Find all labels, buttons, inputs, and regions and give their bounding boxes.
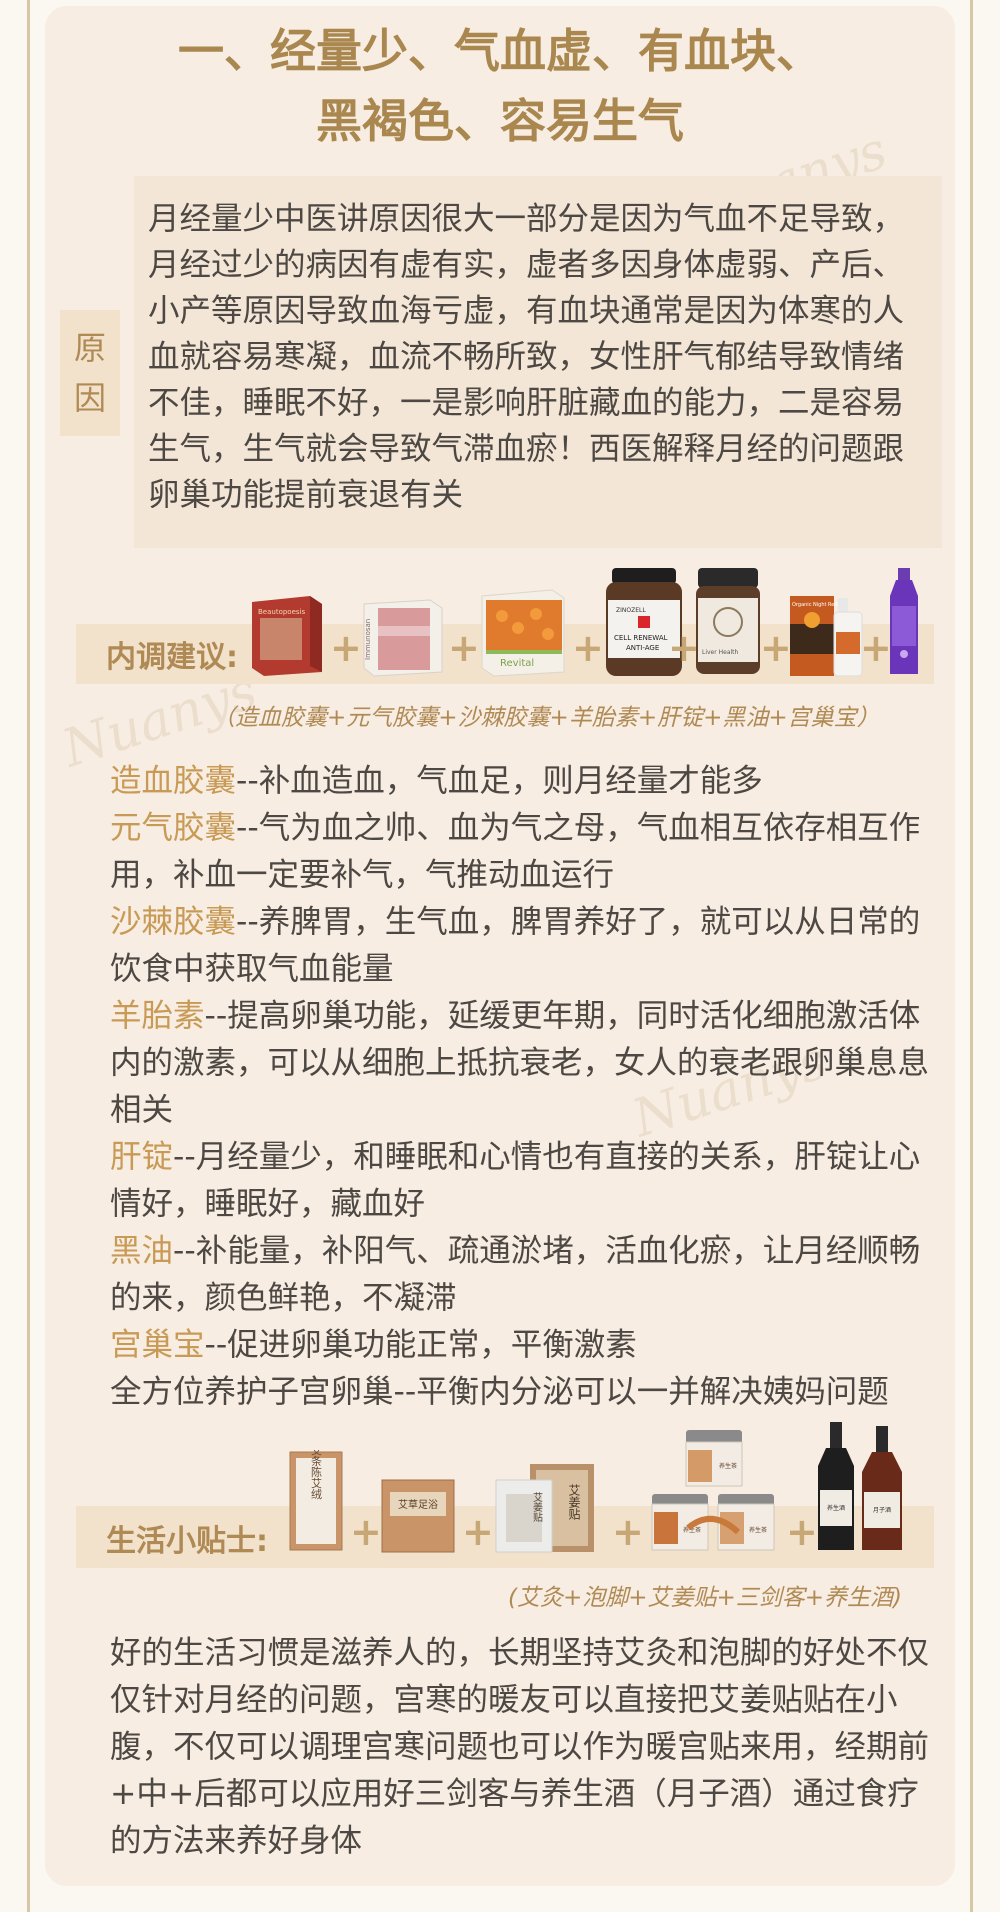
product-box-ginger-patch: 艾姜贴 艾姜贴 <box>495 1464 594 1553</box>
product-bottles-health-wine: 养生酒 月子酒 <box>818 1422 902 1550</box>
product-label: Organic Night Relief <box>792 602 842 608</box>
product-label: CELL RENEWAL <box>614 634 668 642</box>
product-label: 养生茶 <box>719 1462 737 1470</box>
plus-sign: + <box>612 1510 644 1554</box>
plus-sign: + <box>448 626 480 670</box>
product-label: Revital <box>500 658 534 669</box>
item-desc: --促进卵巢功能正常，平衡激素 <box>204 1327 637 1363</box>
internal-advice-label: 内调建议: <box>106 640 238 675</box>
product-box-foot-bath: 艾草足浴 <box>381 1479 455 1553</box>
list-item: 肝锭--月经量少，和睡眠和心情也有直接的关系，肝锭让心情好，睡眠好，藏血好 <box>110 1134 930 1228</box>
list-item: 造血胶囊--补血造血，气血足，则月经量才能多 <box>110 758 930 805</box>
product-label: ANTI-AGE <box>626 644 659 652</box>
product-label: Immunosan <box>364 619 372 660</box>
product-bottle-uterus-treasure <box>890 568 918 674</box>
list-item: 羊胎素--提高卵巢功能，延缓更年期，同时活化细胞激活体内的激素，可以从细胞上抵抗… <box>110 993 930 1134</box>
item-desc: --补能量，补阳气、疏通淤堵，活血化瘀，让月经顺畅的来，颜色鲜艳，不凝滞 <box>110 1233 921 1316</box>
reason-tag-char: 原 <box>73 329 106 367</box>
plus-sign: + <box>330 626 362 670</box>
item-name: 肝锭 <box>110 1139 174 1175</box>
item-name: 宫巢宝 <box>110 1327 205 1363</box>
frame-right-line <box>970 0 973 1912</box>
item-name: 黑油 <box>110 1233 174 1269</box>
product-label: ZINOZELL <box>616 607 646 614</box>
page-title-line-1: 一、经量少、气血虚、有血块、 <box>178 24 822 78</box>
product-label: Liver Health <box>702 649 739 656</box>
list-item: 元气胶囊--气为血之帅、血为气之母，气血相互依存相互作用，补血一定要补气，气推动… <box>110 805 930 899</box>
product-label: 养生茶 <box>749 1526 767 1534</box>
life-caption: (艾灸+泡脚+艾姜贴+三剑客+养生酒) <box>508 1585 903 1611</box>
plus-sign: + <box>462 1510 494 1554</box>
product-box-vitality-capsule: Immunosan <box>363 599 443 677</box>
reason-tag: 原 因 <box>60 310 120 436</box>
frame-left-line <box>27 0 30 1912</box>
product-box-moxa: 艾条陈艾绒 <box>289 1450 343 1551</box>
item-name: 羊胎素 <box>110 998 205 1034</box>
reason-tag-char: 因 <box>73 379 106 417</box>
product-label: 艾草足浴 <box>398 1499 438 1511</box>
reason-text: 月经量少中医讲原因很大一部分是因为气血不足导致，月经过少的病因有虚有实，虚者多因… <box>148 201 905 513</box>
list-item: 黑油--补能量，补阳气、疏通淤堵，活血化瘀，让月经顺畅的来，颜色鲜艳，不凝滞 <box>110 1228 930 1322</box>
plus-sign: + <box>350 1510 382 1554</box>
product-label: 养生酒 <box>827 1504 845 1512</box>
product-jars-three-swordsmen: 养生茶 养生茶 养生茶 <box>651 1430 775 1551</box>
product-box-seabuckthorn-capsule: Revital <box>481 589 565 677</box>
item-name: 沙棘胶囊 <box>110 904 237 940</box>
product-box-black-oil: Organic Night Relief <box>790 596 863 677</box>
plus-sign: + <box>572 626 604 670</box>
page-title-line-2: 黑褐色、容易生气 <box>316 94 684 148</box>
life-tips-label: 生活小贴士: <box>106 1524 268 1559</box>
item-name: 元气胶囊 <box>110 810 237 846</box>
product-label: 艾姜贴 <box>531 1492 543 1523</box>
list-item-extra: 全方位养护子宫卵巢--平衡内分泌可以一并解决姨妈问题 <box>110 1374 889 1410</box>
product-description-list: 造血胶囊--补血造血，气血足，则月经量才能多 元气胶囊--气为血之帅、血为气之母… <box>110 758 930 1416</box>
item-name: 造血胶囊 <box>110 763 237 799</box>
item-desc: --提高卵巢功能，延缓更年期，同时活化细胞激活体内的激素，可以从细胞上抵抗衰老，… <box>110 998 930 1128</box>
product-label: 艾条陈艾绒 <box>310 1450 323 1500</box>
product-label: 月子酒 <box>873 1506 891 1514</box>
item-desc: --补血造血，气血足，则月经量才能多 <box>236 763 763 799</box>
life-tips-text: 好的生活习惯是滋养人的，长期坚持艾灸和泡脚的好处不仅仅针对月经的问题，宫寒的暖友… <box>110 1635 930 1859</box>
product-label: 艾姜贴 <box>567 1484 581 1520</box>
item-desc: --月经量少，和睡眠和心情也有直接的关系，肝锭让心情好，睡眠好，藏血好 <box>110 1139 921 1222</box>
list-item: 宫巢宝--促进卵巢功能正常，平衡激素 <box>110 1322 930 1369</box>
list-item: 沙棘胶囊--养脾胃，生气血，脾胃养好了，就可以从日常的饮食中获取气血能量 <box>110 899 930 993</box>
internal-caption: （造血胶囊+元气胶囊+沙棘胶囊+羊胎素+肝锭+黑油+宫巢宝） <box>212 705 880 731</box>
product-box-blood-capsule: Beautopoesis <box>252 596 322 676</box>
product-jar-liver: Liver Health <box>696 568 760 674</box>
product-label: Beautopoesis <box>258 608 305 616</box>
